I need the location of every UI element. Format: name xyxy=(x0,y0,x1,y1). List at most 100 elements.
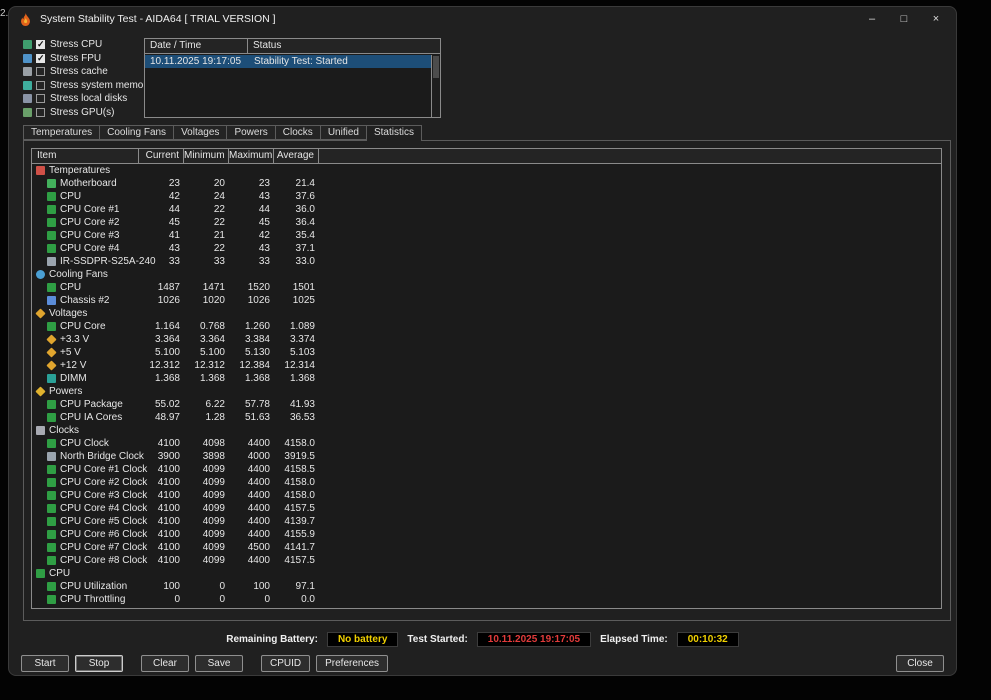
ssd-icon xyxy=(47,257,56,266)
stats-row[interactable]: CPU IA Cores 48.97 1.28 51.63 36.53 xyxy=(32,411,941,424)
tab[interactable]: Voltages xyxy=(173,125,228,140)
stats-row[interactable]: CPU Core #6 Clock 4100 4099 4400 4155.9 xyxy=(32,528,941,541)
log-row[interactable]: 10.11.2025 19:17:05 Stability Test: Star… xyxy=(145,55,431,68)
stats-row[interactable]: CPU Core #3 41 21 42 35.4 xyxy=(32,229,941,242)
tab[interactable]: Powers xyxy=(226,125,276,140)
start-button[interactable]: Start xyxy=(21,655,69,672)
stats-minimum-value: 4099 xyxy=(202,503,225,514)
stats-row[interactable]: North Bridge Clock 3900 3898 4000 3919.5 xyxy=(32,450,941,463)
stats-row[interactable]: CPU Core #2 45 22 45 36.4 xyxy=(32,216,941,229)
stats-minimum-value: 4099 xyxy=(202,464,225,475)
checkbox[interactable] xyxy=(36,107,45,117)
stress-option[interactable]: Stress GPU(s) xyxy=(23,106,152,120)
stop-button[interactable]: Stop xyxy=(75,655,123,672)
maximize-button[interactable]: □ xyxy=(888,7,920,31)
stats-average-value: 1501 xyxy=(292,282,315,293)
log-column-datetime[interactable]: Date / Time xyxy=(145,39,248,53)
preferences-button[interactable]: Preferences xyxy=(316,655,389,672)
stats-current-value: 4100 xyxy=(157,490,180,501)
checkbox[interactable] xyxy=(36,80,45,90)
title-bar[interactable]: System Stability Test - AIDA64 [ TRIAL V… xyxy=(9,7,956,31)
cpuid-button[interactable]: CPUID xyxy=(261,655,311,672)
stats-row[interactable]: +3.3 V 3.364 3.364 3.384 3.374 xyxy=(32,333,941,346)
stats-row[interactable]: CPU Throttling 0 0 0 0.0 xyxy=(32,593,941,606)
minimize-button[interactable]: – xyxy=(856,7,888,31)
stats-row[interactable]: CPU Core #7 Clock 4100 4099 4500 4141.7 xyxy=(32,541,941,554)
stats-minimum-value: 3.364 xyxy=(199,334,225,345)
stats-current-value: 4100 xyxy=(157,464,180,475)
stats-row[interactable]: Voltages xyxy=(32,307,941,320)
close-button[interactable]: Close xyxy=(896,655,944,672)
stats-minimum-value: 4099 xyxy=(202,516,225,527)
clear-button[interactable]: Clear xyxy=(141,655,189,672)
stats-item-label: +12 V xyxy=(60,360,87,371)
stats-average-value: 37.1 xyxy=(295,243,315,254)
stats-item-cell: CPU Core #3 xyxy=(32,229,139,242)
checkbox[interactable] xyxy=(36,67,45,77)
stats-row[interactable]: CPU 1487 1471 1520 1501 xyxy=(32,281,941,294)
stats-row[interactable]: +12 V 12.312 12.312 12.384 12.314 xyxy=(32,359,941,372)
stats-maximum-value: 33 xyxy=(258,256,270,267)
stats-item-label: Cooling Fans xyxy=(49,269,108,280)
stats-row[interactable]: IR-SSDPR-S25A-240 33 33 33 33.0 xyxy=(32,255,941,268)
stats-row[interactable]: Powers xyxy=(32,385,941,398)
stress-option[interactable]: Stress system memory xyxy=(23,79,152,93)
stats-row[interactable]: CPU xyxy=(32,567,941,580)
stats-current-value: 48.97 xyxy=(154,412,180,423)
stats-row[interactable]: CPU Clock 4100 4098 4400 4158.0 xyxy=(32,437,941,450)
stats-row[interactable]: +5 V 5.100 5.100 5.130 5.103 xyxy=(32,346,941,359)
stress-option[interactable]: Stress FPU xyxy=(23,52,152,66)
stress-option[interactable]: Stress local disks xyxy=(23,92,152,106)
tab[interactable]: Unified xyxy=(319,125,367,140)
stats-row[interactable]: Chassis #2 1026 1020 1026 1025 xyxy=(32,294,941,307)
column-current[interactable]: Current xyxy=(139,149,184,163)
stats-average-value: 0.0 xyxy=(301,594,315,605)
stats-item-label: CPU Core #3 xyxy=(60,230,120,241)
stats-average-value: 12.314 xyxy=(284,360,315,371)
stress-option[interactable]: Stress CPU xyxy=(23,38,152,52)
stats-row[interactable]: CPU Core #4 43 22 43 37.1 xyxy=(32,242,941,255)
stats-row[interactable]: CPU Core 1.164 0.768 1.260 1.089 xyxy=(32,320,941,333)
stats-item-cell: Powers xyxy=(32,385,139,398)
stats-row[interactable]: CPU Package 55.02 6.22 57.78 41.93 xyxy=(32,398,941,411)
column-minimum[interactable]: Minimum xyxy=(184,149,229,163)
column-maximum[interactable]: Maximum xyxy=(229,149,274,163)
stats-row[interactable]: CPU Utilization 100 0 100 97.1 xyxy=(32,580,941,593)
cpu-core-clock-icon xyxy=(47,491,56,500)
stats-row[interactable]: CPU Core #1 44 22 44 36.0 xyxy=(32,203,941,216)
log-scrollbar-thumb[interactable] xyxy=(433,56,439,78)
log-column-status[interactable]: Status xyxy=(248,39,440,53)
tab[interactable]: Temperatures xyxy=(23,125,101,140)
checkbox[interactable] xyxy=(36,94,45,104)
checkbox[interactable] xyxy=(36,39,45,50)
stats-item-cell: North Bridge Clock xyxy=(32,450,144,463)
stats-row[interactable]: Temperatures xyxy=(32,164,941,177)
column-average[interactable]: Average xyxy=(274,149,319,163)
stats-average-value: 4139.7 xyxy=(284,516,315,527)
close-icon[interactable]: × xyxy=(920,7,952,31)
stress-option[interactable]: Stress cache xyxy=(23,65,152,79)
stats-item-label: CPU Core #4 xyxy=(60,243,120,254)
stats-current-value: 4100 xyxy=(157,438,180,449)
stats-maximum-value: 1520 xyxy=(247,282,270,293)
stats-row[interactable]: Cooling Fans xyxy=(32,268,941,281)
log-scrollbar[interactable] xyxy=(431,55,440,117)
save-button[interactable]: Save xyxy=(195,655,243,672)
stats-row[interactable]: CPU 42 24 43 37.6 xyxy=(32,190,941,203)
checkbox[interactable] xyxy=(36,53,45,64)
tab[interactable]: Cooling Fans xyxy=(99,125,175,140)
stats-maximum-value: 51.63 xyxy=(244,412,270,423)
stats-row[interactable]: CPU Core #5 Clock 4100 4099 4400 4139.7 xyxy=(32,515,941,528)
stats-row[interactable]: CPU Core #8 Clock 4100 4099 4400 4157.5 xyxy=(32,554,941,567)
stats-row[interactable]: CPU Core #1 Clock 4100 4099 4400 4158.5 xyxy=(32,463,941,476)
stats-row[interactable]: Motherboard 23 20 23 21.4 xyxy=(32,177,941,190)
stats-row[interactable]: Clocks xyxy=(32,424,941,437)
column-item[interactable]: Item xyxy=(32,149,139,163)
tab[interactable]: Clocks xyxy=(274,125,321,140)
stats-row[interactable]: DIMM 1.368 1.368 1.368 1.368 xyxy=(32,372,941,385)
stats-row[interactable]: CPU Core #3 Clock 4100 4099 4400 4158.0 xyxy=(32,489,941,502)
stats-row[interactable]: CPU Core #4 Clock 4100 4099 4400 4157.5 xyxy=(32,502,941,515)
stats-row[interactable]: CPU Core #2 Clock 4100 4099 4400 4158.0 xyxy=(32,476,941,489)
tab[interactable]: Statistics xyxy=(365,125,422,141)
stats-current-value: 23 xyxy=(168,178,180,189)
